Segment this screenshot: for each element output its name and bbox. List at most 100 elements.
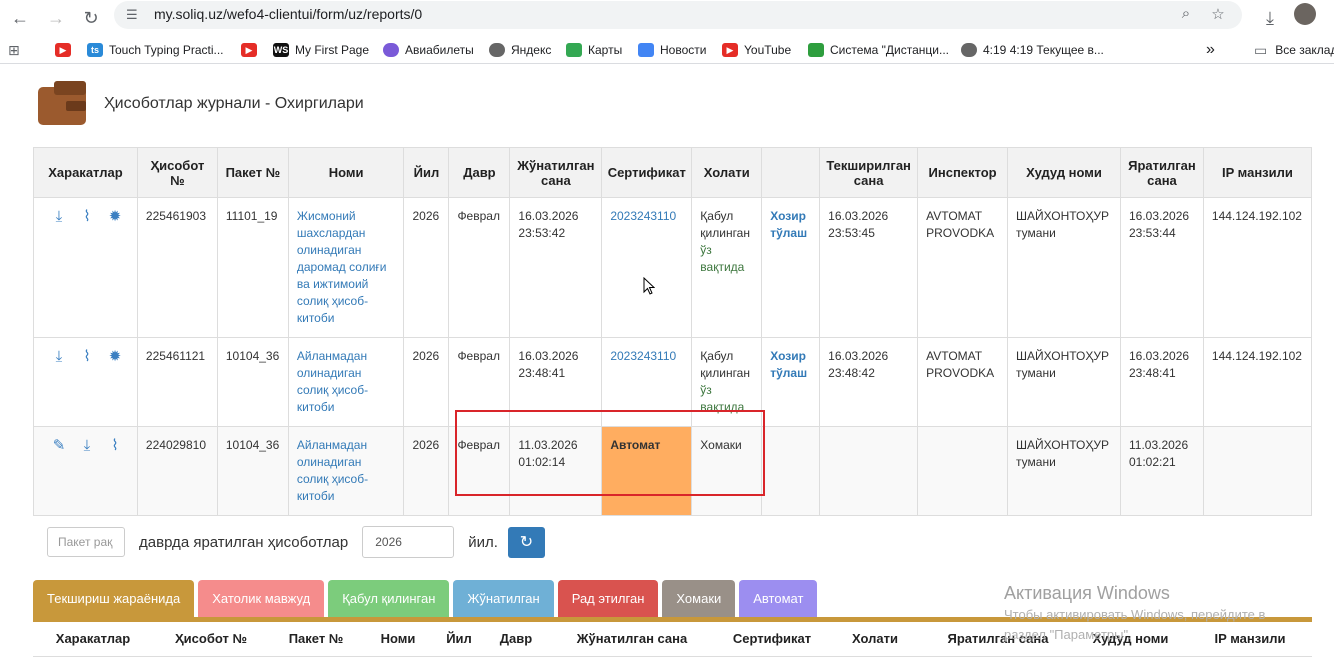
tab-rejected[interactable]: Рад этилган [557, 580, 659, 618]
region: ШАЙХОНТОҲУР тумани [1007, 337, 1121, 427]
tab-auto[interactable]: Автомат [739, 580, 818, 618]
refresh-icon: ↻ [519, 533, 534, 551]
th-status: Холати [827, 622, 923, 657]
url-text[interactable]: my.soliq.uz/wefo4-clientui/form/uz/repor… [154, 6, 422, 22]
actions-cell: ✎ ⤓ ⌇ [33, 426, 138, 516]
paperclip-icon[interactable]: ⌇ [106, 437, 124, 455]
bookmark-aviabilety[interactable]: Авиабилеты [383, 41, 474, 59]
th-name: Номи [363, 622, 433, 657]
bookmark-yandex[interactable]: Яндекс [489, 41, 551, 59]
site-info-icon[interactable]: ☰ [126, 7, 142, 23]
pay-now-link[interactable]: Хозир тўлаш [770, 209, 807, 240]
bookmark-youtube-2[interactable]: ▶ [241, 41, 263, 59]
paperclip-icon[interactable]: ⌇ [78, 208, 96, 226]
bookmark-label: 4:19 4:19 Текущее в... [983, 43, 1104, 57]
inspector: AVTOMAT PROVODKA [917, 337, 1009, 427]
bookmark-youtube-1[interactable]: ▶ [55, 41, 77, 59]
bookmarks-bar: ⊞ ▶ ts Touch Typing Practi... ▶ WS My Firs… [0, 36, 1334, 64]
report-name-link[interactable]: Айланмадан олинадиган солиқ ҳисоб-китоби [297, 349, 368, 414]
th-status: Холати [691, 147, 763, 198]
apps-grid-icon[interactable]: ⊞ [8, 41, 20, 59]
th-ip: IP манзили [1202, 147, 1313, 198]
th-certificate: Сертификат [601, 147, 693, 198]
package-number-input[interactable]: Пакет рақ [47, 527, 125, 557]
green-icon [808, 43, 824, 57]
seal-icon[interactable]: ✹ [106, 348, 124, 366]
tab-errors[interactable]: Хатолик мавжуд [198, 580, 325, 618]
edit-icon[interactable]: ✎ [50, 437, 68, 455]
download-icon[interactable]: ⤓ [78, 437, 96, 455]
bookmark-touch-typing[interactable]: ts Touch Typing Practi... [87, 41, 224, 59]
th-period: Давр [448, 147, 511, 198]
bookmark-time[interactable]: 4:19 4:19 Текущее в... [961, 41, 1104, 59]
sent-date: 16.03.2026 23:53:42 [509, 197, 603, 338]
certificate-link[interactable]: 2023243110 [610, 209, 676, 223]
th-inspector: Инспектор [917, 147, 1009, 198]
reload-icon[interactable]: ↻ [79, 6, 103, 30]
filter-row: Пакет рақ даврда яратилган ҳисоботлар 20… [47, 525, 545, 559]
bookmarks-more-icon[interactable]: » [1206, 41, 1215, 59]
pay-now-link[interactable]: Хозир тўлаш [770, 349, 807, 380]
created-date: 16.03.2026 23:48:41 [1119, 337, 1204, 427]
report-name-link[interactable]: Жисмоний шахслардан олинадиган даромад с… [297, 209, 387, 325]
th-sent-date: Жўнатилган сана [509, 147, 603, 198]
certificate-link[interactable]: 2023243110 [610, 349, 676, 363]
maps-icon [566, 43, 582, 57]
th-report-no: Ҳисобот № [136, 147, 218, 198]
package-no: 10104_36 [216, 337, 289, 427]
page-header: Ҳисоботлар журнали - Охиргилари [38, 81, 364, 127]
year: 2026 [403, 337, 450, 427]
report-no: 225461121 [136, 337, 218, 427]
all-bookmarks-folder[interactable]: ▭ Все заклад [1254, 41, 1334, 59]
bookmarks-more-label: » [1206, 41, 1215, 58]
bookmark-distance-system[interactable]: Система "Дистанци... [808, 41, 949, 59]
status-text: Қабул қилинган [700, 209, 750, 240]
back-arrow-icon[interactable]: ← [8, 6, 32, 30]
tab-draft[interactable]: Хомаки [662, 580, 736, 618]
bookmark-maps[interactable]: Карты [566, 41, 622, 59]
all-bookmarks-label: Все заклад [1275, 43, 1334, 57]
th-year: Йил [403, 147, 450, 198]
th-actions: Харакатлар [33, 622, 153, 657]
pay-cell [761, 426, 821, 516]
status-tabs: Текшириш жараёнида Хатолик мавжуд Қабул … [33, 580, 818, 618]
paperclip-icon[interactable]: ⌇ [78, 348, 96, 366]
tab-sent[interactable]: Жўнатилган [453, 580, 554, 618]
bookmark-my-first-page[interactable]: WS My First Page [273, 41, 369, 59]
th-actions: Харакатлар [33, 147, 138, 198]
ws-icon: WS [273, 43, 289, 57]
refresh-button[interactable]: ↻ [507, 526, 545, 558]
address-bar[interactable]: ☰ my.soliq.uz/wefo4-clientui/form/uz/rep… [114, 1, 1242, 29]
mouse-cursor-icon [643, 277, 655, 295]
globe-icon [489, 43, 505, 57]
tab-accepted[interactable]: Қабул қилинган [328, 580, 450, 618]
actions-cell: ⤓ ⌇ ✹ [33, 197, 138, 338]
globe-icon [383, 43, 399, 57]
ip-address [1202, 426, 1313, 516]
zoom-icon[interactable]: ⌕ [1176, 5, 1196, 25]
news-icon [638, 43, 654, 57]
report-no: 225461903 [136, 197, 218, 338]
forward-arrow-icon[interactable]: → [44, 6, 68, 30]
download-icon[interactable]: ⤓ [1258, 6, 1282, 30]
windows-activation-text-2: раздел "Параметры". [1004, 627, 1132, 642]
bookmark-news[interactable]: Новости [638, 41, 706, 59]
download-icon[interactable]: ⤓ [50, 348, 68, 366]
download-icon[interactable]: ⤓ [50, 208, 68, 226]
inspector [917, 426, 1009, 516]
region: ШАЙХОНТОҲУР тумани [1007, 197, 1121, 338]
bookmark-label: Карты [588, 43, 623, 57]
report-name-link[interactable]: Айланмадан олинадиган солиқ ҳисоб-китоби [297, 438, 368, 503]
th-ip: IP манзили [1188, 622, 1312, 657]
period: Феврал [448, 197, 511, 338]
profile-avatar[interactable] [1294, 3, 1316, 25]
seal-icon[interactable]: ✹ [106, 208, 124, 226]
year-input[interactable]: 2026 [362, 526, 455, 558]
globe-icon [961, 43, 977, 57]
created-date: 11.03.2026 01:02:21 [1119, 426, 1204, 516]
bookmark-star-icon[interactable]: ☆ [1208, 5, 1228, 25]
th-certificate: Сертификат [717, 622, 827, 657]
bookmark-youtube-3[interactable]: ▶ YouTube [722, 41, 791, 59]
bookmark-label: Новости [660, 43, 707, 57]
tab-in-review[interactable]: Текшириш жараёнида [33, 580, 195, 618]
